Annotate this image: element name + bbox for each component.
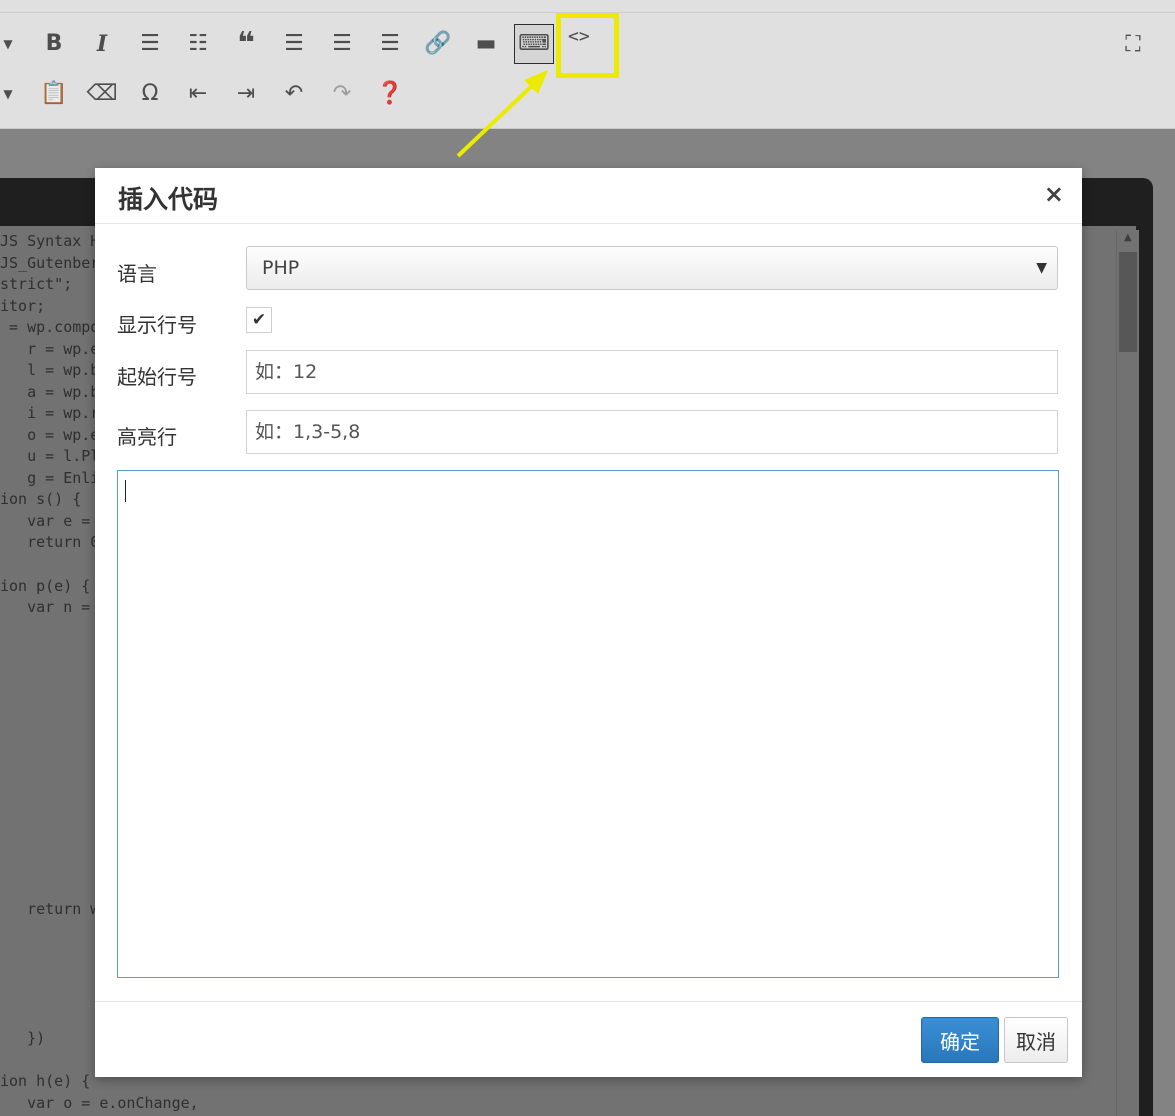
start-line-input[interactable] xyxy=(246,350,1058,394)
ok-button[interactable]: 确定 xyxy=(921,1017,999,1063)
start-line-label: 起始行号 xyxy=(117,365,197,389)
show-line-numbers-label: 显示行号 xyxy=(117,313,197,337)
insert-code-dialog: 插入代码 × 语言 PHP ▼ 显示行号 ✔ 起始行号 高亮行 确定 取消 xyxy=(95,168,1082,1077)
close-icon[interactable]: × xyxy=(1044,180,1064,208)
cancel-button[interactable]: 取消 xyxy=(1004,1017,1068,1063)
highlight-lines-label: 高亮行 xyxy=(117,425,177,449)
chevron-down-icon: ▼ xyxy=(1036,260,1047,276)
checkmark-icon: ✔ xyxy=(251,310,267,330)
text-caret xyxy=(125,480,126,502)
highlight-lines-input[interactable] xyxy=(246,410,1058,454)
code-textarea[interactable] xyxy=(117,470,1059,978)
dialog-title: 插入代码 xyxy=(118,185,219,214)
dialog-footer: 确定 取消 xyxy=(95,1001,1082,1078)
dialog-header: 插入代码 × xyxy=(95,168,1082,224)
language-label: 语言 xyxy=(117,262,157,286)
show-line-numbers-checkbox[interactable]: ✔ xyxy=(246,307,272,333)
language-select-value: PHP xyxy=(262,257,300,279)
language-select[interactable]: PHP ▼ xyxy=(246,246,1058,290)
